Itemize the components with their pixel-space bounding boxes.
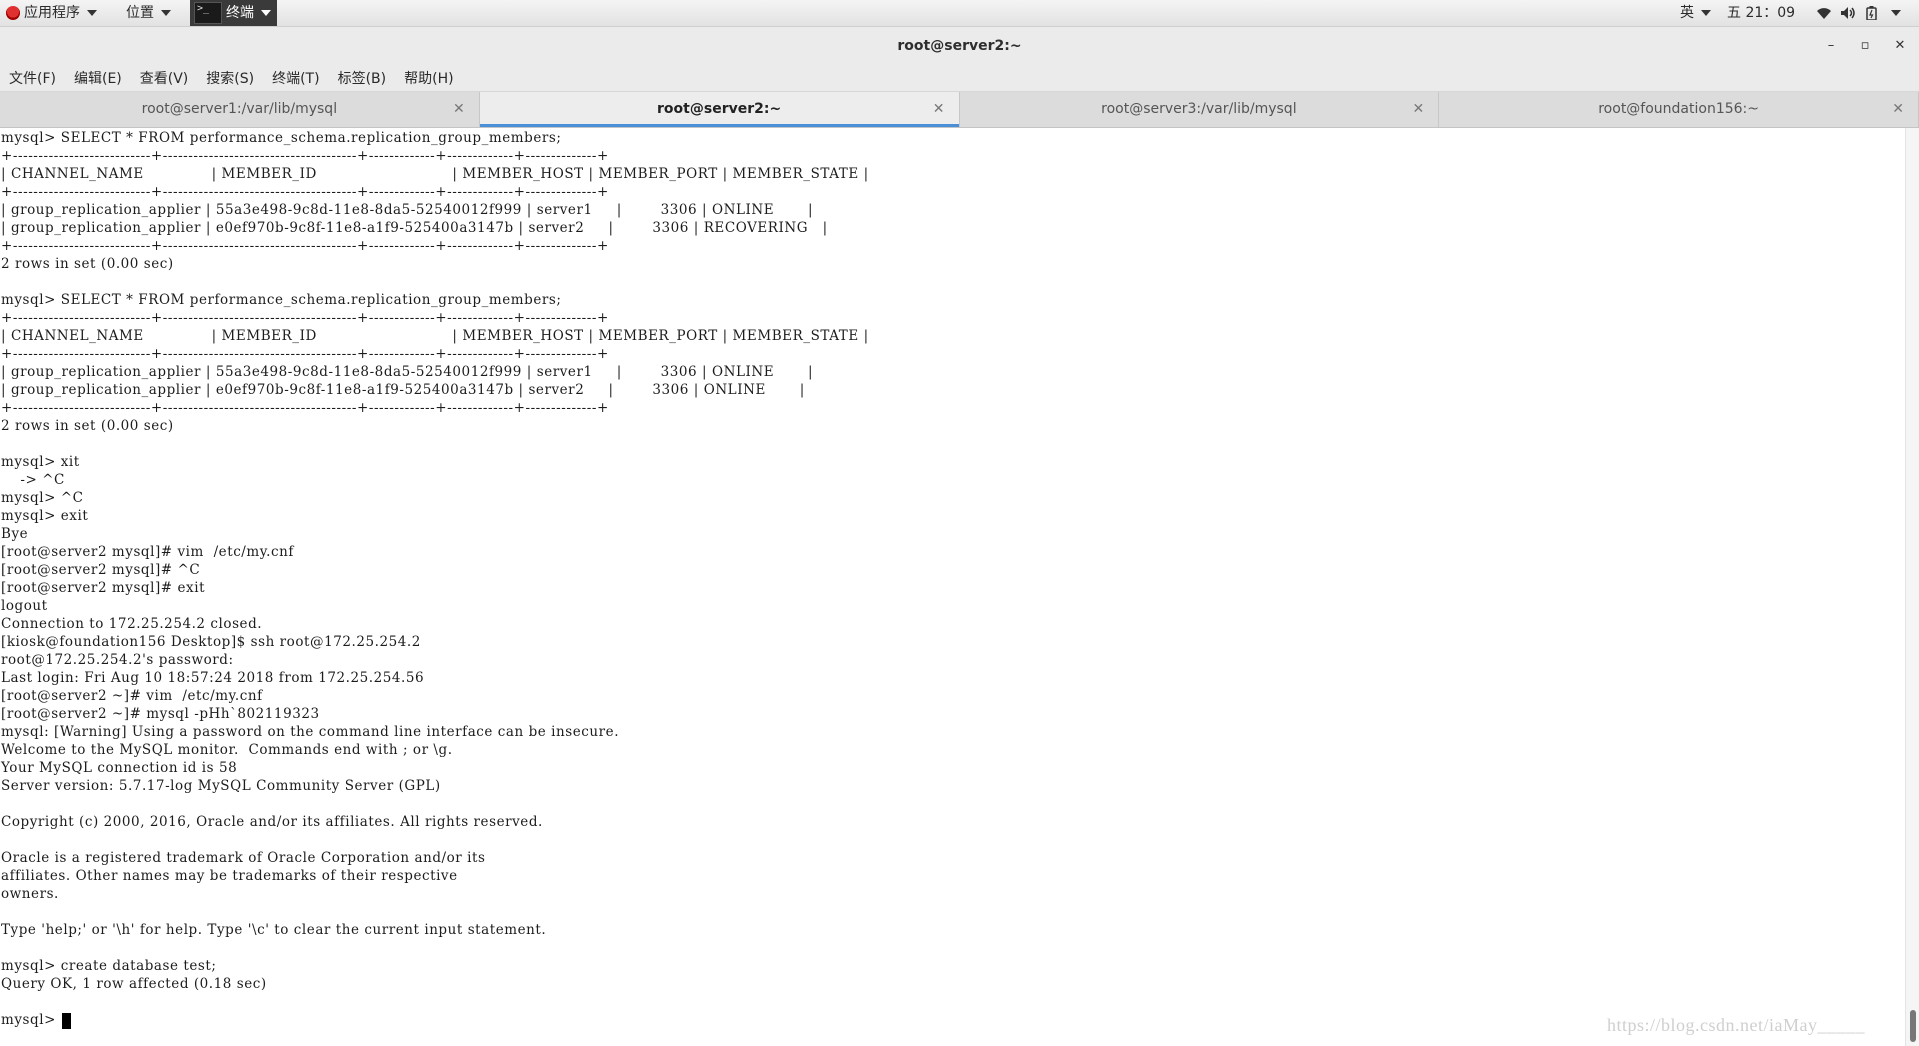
screen: 应用程序 位置 >_ 终端 英 五 21：09 root@server2:~ –… <box>0 0 1919 1046</box>
terminal-line: | group_replication_applier | 55a3e498-9… <box>1 364 814 380</box>
terminal-line: owners. <box>1 886 59 902</box>
taskbar-terminal-label: 终端 <box>226 5 254 21</box>
terminal-line: Last login: Fri Aug 10 18:57:24 2018 fro… <box>1 670 425 686</box>
close-button[interactable]: ✕ <box>1891 37 1909 55</box>
terminal-line: Your MySQL connection id is 58 <box>1 760 238 776</box>
chevron-down-icon <box>161 10 171 16</box>
places-label: 位置 <box>126 5 154 21</box>
terminal-line: mysql> create database test; <box>1 958 217 974</box>
terminal-line: affiliates. Other names may be trademark… <box>1 868 458 884</box>
terminal-icon: >_ <box>194 2 222 24</box>
chevron-down-icon <box>1891 10 1901 16</box>
terminal-line: +---------------------------+-----------… <box>1 400 609 416</box>
tab-label: root@foundation156:~ <box>1598 101 1759 117</box>
tab-server2[interactable]: root@server2:~ ✕ <box>479 92 960 127</box>
places-menu[interactable]: 位置 <box>126 0 171 26</box>
chevron-down-icon <box>261 10 271 16</box>
terminal-line: logout <box>1 598 48 614</box>
system-status-menu[interactable] <box>1816 0 1901 26</box>
terminal-line: mysql> SELECT * FROM performance_schema.… <box>1 292 562 308</box>
terminal-line: [root@server2 ~]# vim /etc/my.cnf <box>1 688 263 704</box>
menu-edit[interactable]: 编辑(E) <box>74 68 130 88</box>
tab-close-icon[interactable]: ✕ <box>453 92 465 127</box>
terminal-line: mysql> SELECT * FROM performance_schema.… <box>1 130 562 146</box>
tab-label: root@server3:/var/lib/mysql <box>1101 101 1297 117</box>
menu-bar: 文件(F) 编辑(E) 查看(V) 搜索(S) 终端(T) 标签(B) 帮助(H… <box>0 65 1919 92</box>
terminal-line: Server version: 5.7.17-log MySQL Communi… <box>1 778 441 794</box>
chevron-down-icon <box>87 10 97 16</box>
menu-search[interactable]: 搜索(S) <box>206 68 262 88</box>
terminal-scrollbar[interactable] <box>1905 128 1919 1046</box>
terminal-line: Bye <box>1 526 29 542</box>
battery-icon <box>1866 6 1877 20</box>
terminal-line: [root@server2 ~]# mysql -pHh`802119323 <box>1 706 320 722</box>
watermark: https://blog.csdn.net/iaMay_____ <box>1607 1015 1865 1035</box>
terminal-line: | group_replication_applier | 55a3e498-9… <box>1 202 814 218</box>
menu-view[interactable]: 查看(V) <box>140 68 197 88</box>
tab-close-icon[interactable]: ✕ <box>1413 92 1425 127</box>
terminal-line: 2 rows in set (0.00 sec) <box>1 256 174 272</box>
tab-label: root@server2:~ <box>657 101 782 117</box>
terminal-line: Query OK, 1 row affected (0.18 sec) <box>1 976 267 992</box>
terminal-line: +---------------------------+-----------… <box>1 346 609 362</box>
tab-bar: root@server1:/var/lib/mysql ✕ root@serve… <box>0 92 1919 128</box>
terminal-line: | group_replication_applier | e0ef970b-9… <box>1 382 805 398</box>
terminal-line: [root@server2 mysql]# exit <box>1 580 206 596</box>
input-method-menu[interactable]: 英 <box>1680 0 1711 26</box>
terminal-output[interactable]: mysql> SELECT * FROM performance_schema.… <box>0 128 1905 1046</box>
tab-label: root@server1:/var/lib/mysql <box>141 101 338 117</box>
terminal-line: Connection to 172.25.254.2 closed. <box>1 616 263 632</box>
terminal-line: Welcome to the MySQL monitor. Commands e… <box>1 742 453 758</box>
menu-tabs[interactable]: 标签(B) <box>338 68 395 88</box>
terminal-line: 2 rows in set (0.00 sec) <box>1 418 174 434</box>
terminal-line: Type 'help;' or '\h' for help. Type '\c'… <box>1 922 547 938</box>
scrollbar-thumb[interactable] <box>1910 1010 1916 1042</box>
terminal-line: mysql> xit <box>1 454 80 470</box>
terminal-line: +---------------------------+-----------… <box>1 310 609 326</box>
redhat-icon <box>6 6 20 20</box>
terminal-line: | group_replication_applier | e0ef970b-9… <box>1 220 828 236</box>
wifi-icon <box>1817 8 1831 19</box>
clock[interactable]: 五 21：09 <box>1727 0 1795 26</box>
terminal-line: +---------------------------+-----------… <box>1 238 609 254</box>
terminal-line: mysql: [Warning] Using a password on the… <box>1 724 620 740</box>
tab-server3[interactable]: root@server3:/var/lib/mysql ✕ <box>960 92 1440 127</box>
terminal-line: mysql> exit <box>1 508 89 524</box>
menu-terminal[interactable]: 终端(T) <box>272 68 327 88</box>
terminal-line: | CHANNEL_NAME | MEMBER_ID | MEMBER_HOST… <box>1 166 869 182</box>
menu-file[interactable]: 文件(F) <box>9 68 64 88</box>
terminal-line: mysql> ^C <box>1 490 84 506</box>
terminal-line: [root@server2 mysql]# ^C <box>1 562 201 578</box>
terminal-line: root@172.25.254.2's password: <box>1 652 234 668</box>
tab-close-icon[interactable]: ✕ <box>1892 92 1904 127</box>
terminal-line: -> ^C <box>1 472 65 488</box>
input-method-label: 英 <box>1680 5 1694 21</box>
terminal-prompt: mysql> <box>1 1012 61 1028</box>
terminal-line: +---------------------------+-----------… <box>1 148 609 164</box>
applications-menu[interactable]: 应用程序 <box>6 0 97 26</box>
maximize-button[interactable]: ▫ <box>1856 37 1874 55</box>
minimize-button[interactable]: – <box>1822 37 1840 55</box>
terminal-line: | CHANNEL_NAME | MEMBER_ID | MEMBER_HOST… <box>1 328 869 344</box>
tab-server1[interactable]: root@server1:/var/lib/mysql ✕ <box>0 92 480 127</box>
tab-foundation156[interactable]: root@foundation156:~ ✕ <box>1439 92 1919 127</box>
terminal-line: Oracle is a registered trademark of Orac… <box>1 850 486 866</box>
clock-label: 五 21：09 <box>1727 5 1796 21</box>
window-title: root@server2:~ <box>897 38 1022 54</box>
applications-label: 应用程序 <box>24 5 80 21</box>
terminal-line: [root@server2 mysql]# vim /etc/my.cnf <box>1 544 294 560</box>
menu-help[interactable]: 帮助(H) <box>404 68 461 88</box>
terminal-line: Copyright (c) 2000, 2016, Oracle and/or … <box>1 814 543 830</box>
terminal-prompt-line[interactable]: mysql> <box>1 1011 71 1029</box>
top-panel: 应用程序 位置 >_ 终端 英 五 21：09 <box>0 0 1919 27</box>
chevron-down-icon <box>1701 10 1711 16</box>
taskbar-terminal[interactable]: >_ 终端 <box>190 0 277 26</box>
text-cursor <box>61 1012 71 1029</box>
volume-icon <box>1841 7 1855 19</box>
terminal-line: [kiosk@foundation156 Desktop]$ ssh root@… <box>1 634 421 650</box>
tab-close-icon[interactable]: ✕ <box>933 92 945 127</box>
terminal-line: +---------------------------+-----------… <box>1 184 609 200</box>
window-title-bar[interactable]: root@server2:~ – ▫ ✕ <box>0 27 1919 65</box>
